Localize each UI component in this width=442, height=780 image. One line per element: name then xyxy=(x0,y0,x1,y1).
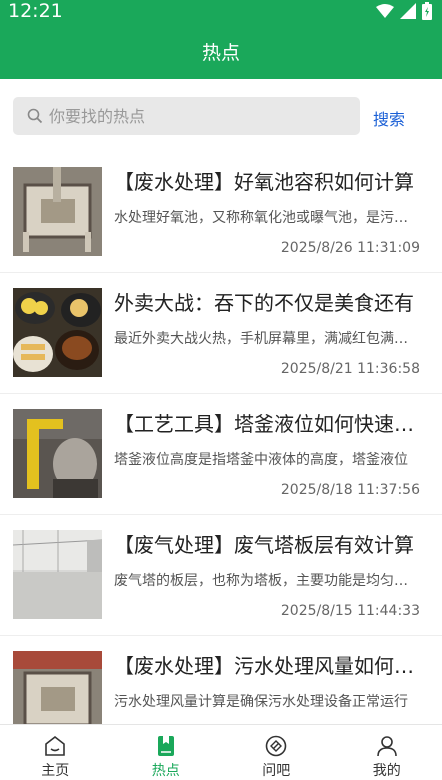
search-button[interactable]: 搜索 xyxy=(373,106,405,130)
list-item[interactable]: 外卖大战：吞下的不仅是美食还有 最近外卖大战火热，手机屏幕里，满减红包满天飞 2… xyxy=(0,273,442,394)
bookmark-book-icon xyxy=(157,736,174,756)
article-desc: 塔釜液位高度是指塔釜中液体的高度，塔釜液位 xyxy=(114,452,408,468)
tab-label: 主页 xyxy=(41,763,70,779)
home-icon xyxy=(45,735,66,756)
list-item[interactable]: 【废气处理】废气塔板层有效计算 废气塔的板层，也称为塔板，主要功能是均匀分布 2… xyxy=(0,515,442,636)
page-title: 热点 xyxy=(201,42,240,64)
search-input[interactable] xyxy=(47,105,351,127)
tab-label: 问吧 xyxy=(262,763,291,779)
list-item[interactable]: 【废水处理】好氧池容积如何计算 水处理好氧池，又称称氧化池或曝气池，是污水处理的… xyxy=(0,152,442,273)
article-desc: 废气塔的板层，也称为塔板，主要功能是均匀分布 xyxy=(114,573,414,589)
article-list: 【废水处理】好氧池容积如何计算 水处理好氧池，又称称氧化池或曝气池，是污水处理的… xyxy=(0,152,442,757)
article-desc: 最近外卖大战火热，手机屏幕里，满减红包满天飞 xyxy=(114,331,414,347)
list-item[interactable]: 【工艺工具】塔釜液位如何快速计算 塔釜液位高度是指塔釜中液体的高度，塔釜液位 2… xyxy=(0,394,442,515)
article-title: 【工艺工具】塔釜液位如何快速计算 xyxy=(114,412,424,436)
app-header: 12:21 热点 xyxy=(0,0,442,79)
article-title: 【废水处理】污水处理风量如何计算 xyxy=(114,654,424,678)
article-date: 2025/8/26 11:31:09 xyxy=(280,240,420,256)
article-title: 【废水处理】好氧池容积如何计算 xyxy=(114,170,414,194)
compass-icon xyxy=(265,735,287,757)
article-date: 2025/8/15 11:44:33 xyxy=(280,603,420,619)
signal-icon xyxy=(400,3,416,19)
article-thumbnail xyxy=(13,409,102,498)
status-icons xyxy=(376,2,432,20)
tab-ask[interactable]: 问吧 xyxy=(221,725,332,780)
search-icon xyxy=(27,108,43,124)
search-bar: 搜索 xyxy=(0,79,442,152)
article-date: 2025/8/21 11:36:58 xyxy=(280,361,420,377)
battery-icon xyxy=(422,2,432,20)
tab-label: 热点 xyxy=(151,763,180,779)
article-title: 【废气处理】废气塔板层有效计算 xyxy=(114,533,414,557)
tab-label: 我的 xyxy=(372,763,401,779)
search-box[interactable] xyxy=(13,97,360,135)
article-title: 外卖大战：吞下的不仅是美食还有 xyxy=(114,291,414,315)
tab-home[interactable]: 主页 xyxy=(0,725,111,780)
wifi-icon xyxy=(376,4,394,18)
article-thumbnail xyxy=(13,530,102,619)
article-date: 2025/8/18 11:37:56 xyxy=(280,482,420,498)
article-thumbnail xyxy=(13,288,102,377)
status-time: 12:21 xyxy=(8,0,63,22)
article-thumbnail xyxy=(13,167,102,256)
tab-profile[interactable]: 我的 xyxy=(332,725,442,780)
article-desc: 污水处理风量计算是确保污水处理设备正常运行 xyxy=(114,694,408,710)
tab-hot[interactable]: 热点 xyxy=(111,725,222,780)
bottom-tab-bar: 主页 热点 问吧 我的 xyxy=(0,724,442,780)
user-icon xyxy=(376,736,397,757)
article-desc: 水处理好氧池，又称称氧化池或曝气池，是污水处理的核心 xyxy=(114,210,414,226)
